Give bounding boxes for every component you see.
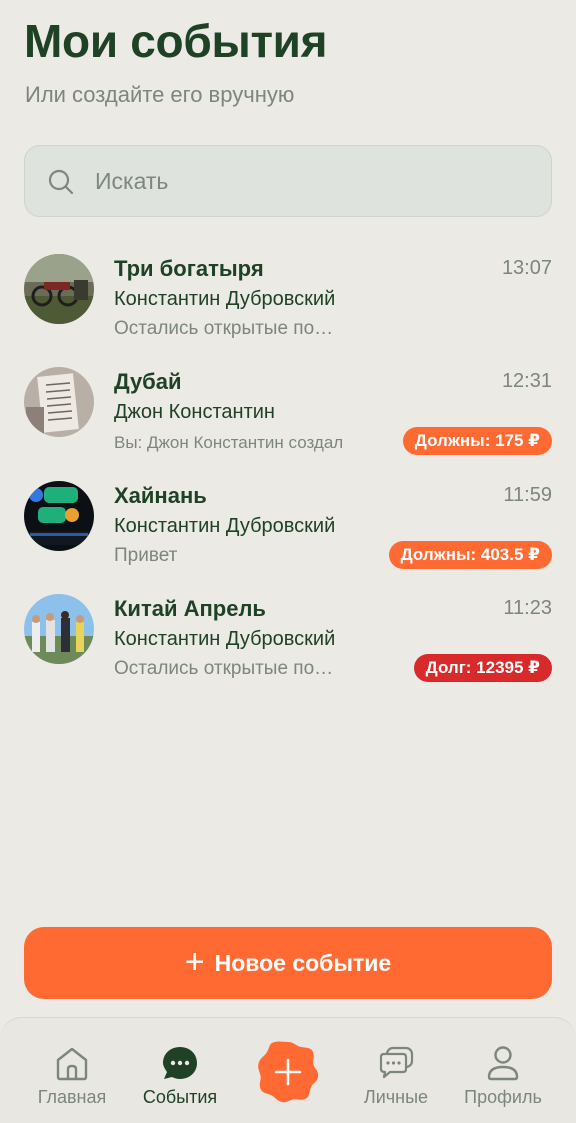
search-input[interactable]: [95, 146, 535, 216]
event-time: 13:07: [501, 257, 552, 279]
event-preview: Вы: Джон Константин создал: [114, 433, 344, 452]
plus-icon: [258, 1041, 319, 1103]
event-item-kitay-aprel[interactable]: Китай Апрель 11:23 Константин Дубровский…: [24, 594, 552, 690]
event-item-tri-bogatyrya[interactable]: Три богатыря 13:07 Константин Дубровский…: [24, 254, 552, 350]
tab-events-label: События: [142, 1087, 218, 1107]
tab-profile-label: Профиль: [464, 1087, 542, 1107]
event-avatar: [24, 254, 94, 324]
tab-home-label: Главная: [37, 1087, 107, 1107]
event-preview: Остались открытые по…: [114, 318, 334, 339]
event-time: 11:23: [503, 597, 552, 619]
event-title: Китай Апрель: [114, 596, 266, 621]
event-item-hainan[interactable]: Хайнань 11:59 Константин Дубровский Прив…: [24, 481, 552, 577]
tab-home[interactable]: Главная: [17, 1018, 127, 1123]
event-author: Константин Дубровский: [114, 628, 336, 650]
tab-events[interactable]: События: [125, 1018, 235, 1123]
page-subtitle: Или создайте его вручную: [25, 82, 295, 107]
event-title: Дубай: [114, 369, 182, 394]
event-time: 11:59: [503, 484, 552, 506]
tab-personal-label: Личные: [363, 1087, 429, 1107]
plus-icon: +: [184, 942, 205, 981]
event-preview: Остались открытые по…: [114, 658, 334, 679]
event-item-dubai[interactable]: Дубай 12:31 Джон Константин Вы: Джон Кон…: [24, 367, 552, 463]
event-author: Константин Дубровский: [114, 515, 336, 537]
home-icon: [56, 1047, 88, 1081]
event-title: Хайнань: [114, 483, 207, 508]
event-avatar: [24, 594, 94, 664]
event-avatar: [24, 367, 94, 437]
tab-personal[interactable]: Личные: [341, 1018, 451, 1123]
event-preview: Привет: [114, 545, 178, 566]
event-author: Джон Константин: [114, 401, 275, 423]
debt-badge: Должны: 403.5 ₽: [388, 541, 552, 569]
new-event-label: Новое событие: [214, 949, 392, 976]
user-icon: [487, 1046, 519, 1081]
event-avatar: [24, 481, 94, 551]
new-event-button[interactable]: + Новое событие: [24, 927, 552, 999]
tab-profile[interactable]: Профиль: [448, 1018, 558, 1123]
add-fab-button[interactable]: [256, 1040, 320, 1109]
chats-icon: [379, 1046, 414, 1079]
event-title: Три богатыря: [114, 256, 264, 281]
chat-bubble-icon: [163, 1047, 197, 1079]
search-icon: [48, 169, 74, 195]
debt-badge: Должны: 175 ₽: [402, 427, 552, 455]
search-bar[interactable]: [24, 145, 552, 217]
event-author: Константин Дубровский: [114, 288, 336, 310]
event-time: 12:31: [501, 370, 552, 392]
debt-badge: Долг: 12395 ₽: [413, 654, 552, 682]
page-title: Мои события: [24, 15, 328, 67]
